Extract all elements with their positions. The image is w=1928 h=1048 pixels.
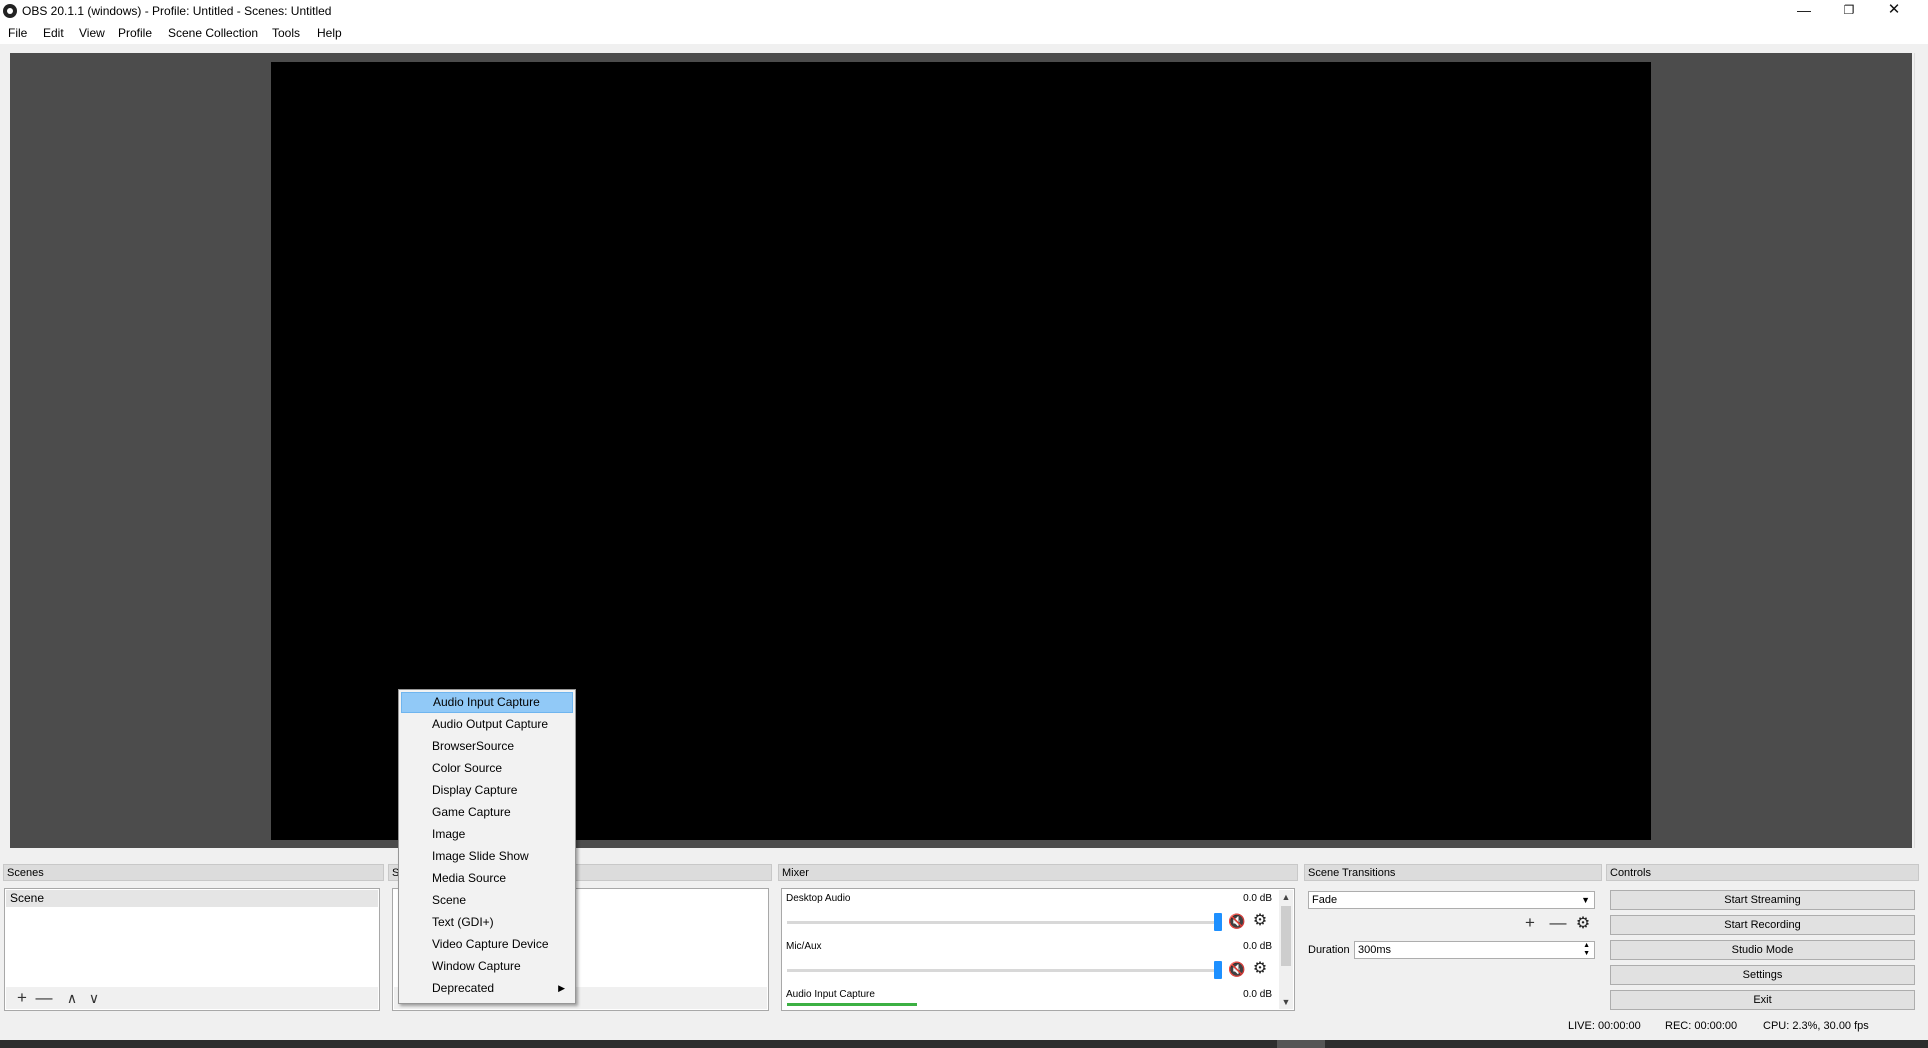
volume-slider-handle[interactable] (1214, 913, 1222, 931)
restore-button[interactable]: ❐ (1826, 0, 1872, 22)
controls-dock-title: Controls (1606, 864, 1919, 881)
scenes-toolbar: + — ∧ ∨ (6, 987, 378, 1009)
mixer-dock-title: Mixer (778, 864, 1298, 881)
rec-status: REC: 00:00:00 (1665, 1020, 1738, 1032)
title-bar: OBS 20.1.1 (windows) - Profile: Untitled… (0, 0, 1928, 22)
mixer-channel-label: Desktop Audio (786, 893, 851, 904)
mixer-channel-label: Mic/Aux (786, 941, 822, 952)
gear-icon[interactable]: ⚙ (1252, 961, 1268, 977)
move-down-icon[interactable]: ∨ (84, 988, 104, 1008)
taskbar-scroll (1277, 1040, 1325, 1048)
close-button[interactable]: ✕ (1871, 0, 1917, 22)
menu-help[interactable]: Help (317, 26, 342, 40)
remove-scene-icon[interactable]: — (34, 988, 54, 1008)
start-recording-button[interactable]: Start Recording (1610, 915, 1915, 935)
scroll-down-icon[interactable]: ▼ (1279, 997, 1293, 1007)
menu-item-display-capture[interactable]: Display Capture (401, 780, 573, 801)
mixer-channel-db: 0.0 dB (1243, 893, 1272, 904)
menu-item-media-source[interactable]: Media Source (401, 868, 573, 889)
submenu-arrow-icon: ▶ (558, 983, 565, 993)
add-source-context-menu: Audio Input Capture Audio Output Capture… (398, 689, 576, 1004)
exit-button[interactable]: Exit (1610, 990, 1915, 1010)
transition-select[interactable]: Fade ▼ (1308, 891, 1595, 909)
menu-bar: File Edit View Profile Scene Collection … (0, 22, 1928, 44)
scenes-list: Scene + — ∧ ∨ (4, 888, 380, 1011)
gear-icon[interactable]: ⚙ (1575, 916, 1591, 932)
duration-label: Duration (1308, 944, 1350, 956)
audio-level-meter (787, 1003, 917, 1006)
menu-item-deprecated-label: Deprecated (432, 981, 495, 995)
scroll-up-icon[interactable]: ▲ (1279, 892, 1293, 902)
settings-button[interactable]: Settings (1610, 965, 1915, 985)
remove-transition-icon[interactable]: — (1548, 913, 1568, 933)
taskbar-strip (0, 1040, 1928, 1048)
menu-profile[interactable]: Profile (118, 26, 152, 40)
scroll-thumb[interactable] (1281, 906, 1291, 966)
volume-slider-track[interactable] (787, 921, 1217, 924)
window-title: OBS 20.1.1 (windows) - Profile: Untitled… (22, 4, 332, 18)
studio-mode-button[interactable]: Studio Mode (1610, 940, 1915, 960)
menu-file[interactable]: File (8, 26, 27, 40)
menu-item-audio-input-capture[interactable]: Audio Input Capture (401, 692, 573, 713)
menu-item-video-capture-device[interactable]: Video Capture Device (401, 934, 573, 955)
scene-item[interactable]: Scene (6, 890, 378, 907)
menu-item-audio-output-capture[interactable]: Audio Output Capture (401, 714, 573, 735)
mixer-panel: Desktop Audio 0.0 dB 🔇 ⚙ Mic/Aux 0.0 dB … (781, 888, 1295, 1011)
duration-spinbox[interactable]: 300ms ▲ ▼ (1354, 941, 1595, 959)
spinner-icon[interactable]: ▲ ▼ (1583, 942, 1590, 958)
mixer-channel-label: Audio Input Capture (786, 989, 875, 1000)
menu-edit[interactable]: Edit (43, 26, 64, 40)
menu-scene-collection[interactable]: Scene Collection (168, 26, 258, 40)
obs-logo-icon (3, 4, 17, 18)
menu-item-game-capture[interactable]: Game Capture (401, 802, 573, 823)
mute-icon[interactable]: 🔇 (1228, 913, 1245, 929)
transition-selected: Fade (1312, 894, 1338, 906)
menu-item-text-gdi[interactable]: Text (GDI+) (401, 912, 573, 933)
chevron-down-icon: ▼ (1581, 895, 1590, 905)
add-scene-icon[interactable]: + (12, 988, 32, 1008)
mixer-channel-db: 0.0 dB (1243, 989, 1272, 1000)
cpu-status: CPU: 2.3%, 30.00 fps (1763, 1020, 1869, 1032)
minimize-button[interactable]: — (1781, 0, 1827, 22)
gear-icon[interactable]: ⚙ (1252, 913, 1268, 929)
mixer-scrollbar[interactable]: ▲ ▼ (1279, 890, 1293, 1009)
menu-item-deprecated[interactable]: Deprecated ▶ (401, 978, 573, 999)
volume-slider-track[interactable] (787, 969, 1217, 972)
menu-item-image[interactable]: Image (401, 824, 573, 845)
move-up-icon[interactable]: ∧ (62, 988, 82, 1008)
volume-slider-handle[interactable] (1214, 961, 1222, 979)
menu-item-scene[interactable]: Scene (401, 890, 573, 911)
menu-view[interactable]: View (79, 26, 105, 40)
mute-icon[interactable]: 🔇 (1228, 961, 1245, 977)
menu-item-browser-source[interactable]: BrowserSource (401, 736, 573, 757)
duration-value: 300ms (1358, 944, 1392, 956)
start-streaming-button[interactable]: Start Streaming (1610, 890, 1915, 910)
scenes-dock-title: Scenes (3, 864, 384, 881)
live-status: LIVE: 00:00:00 (1568, 1020, 1641, 1032)
transitions-dock-title: Scene Transitions (1304, 864, 1602, 881)
right-scrollbar[interactable] (1914, 53, 1928, 848)
menu-item-image-slide-show[interactable]: Image Slide Show (401, 846, 573, 867)
add-transition-icon[interactable]: + (1520, 913, 1540, 933)
menu-item-color-source[interactable]: Color Source (401, 758, 573, 779)
menu-item-window-capture[interactable]: Window Capture (401, 956, 573, 977)
menu-tools[interactable]: Tools (272, 26, 300, 40)
mixer-channel-db: 0.0 dB (1243, 941, 1272, 952)
